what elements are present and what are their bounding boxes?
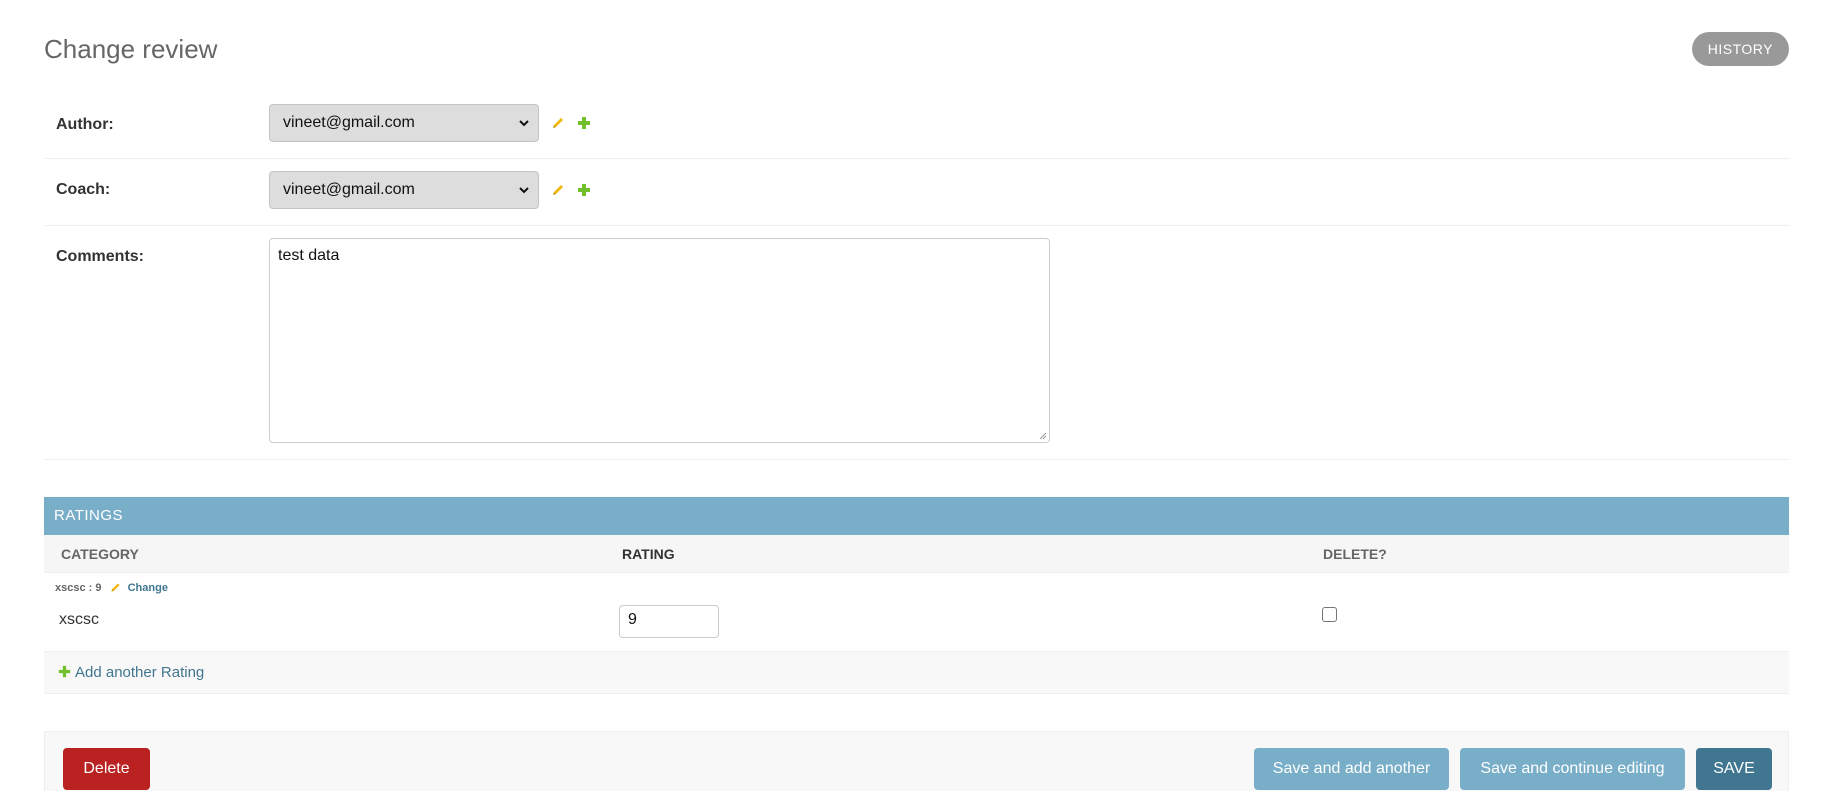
resize-grip-icon[interactable]	[1039, 432, 1047, 440]
title-row: Change review History	[44, 0, 1789, 96]
coach-selected-value: vineet@gmail.com	[283, 181, 415, 198]
rating-original-text: xscsc : 9	[55, 582, 102, 594]
history-button[interactable]: History	[1691, 32, 1789, 66]
ratings-heading: Ratings	[44, 497, 1789, 535]
chevron-down-icon	[519, 187, 529, 194]
ratings-inline-group: Ratings Category Rating Delete? xscsc : …	[44, 497, 1789, 694]
coach-row: Coach: vineet@gmail.com	[44, 159, 1789, 226]
submit-row: Delete Save and add another Save and con…	[44, 731, 1789, 791]
author-selected-value: vineet@gmail.com	[283, 114, 415, 131]
plus-icon[interactable]	[576, 182, 592, 198]
pencil-icon[interactable]	[550, 182, 566, 198]
rating-row: xscsc : 9 Change xscsc 9	[44, 573, 1789, 652]
ratings-column-headers: Category Rating Delete?	[44, 535, 1789, 573]
column-header-category: Category	[61, 546, 139, 562]
pencil-icon[interactable]	[550, 115, 566, 131]
save-and-add-another-button[interactable]: Save and add another	[1254, 748, 1449, 790]
add-row: Add another Rating	[44, 652, 1789, 694]
column-header-rating: Rating	[622, 546, 675, 562]
add-another-rating-link[interactable]: Add another Rating	[58, 664, 204, 681]
rating-category-value: xscsc	[59, 611, 99, 628]
save-button[interactable]: Save	[1696, 748, 1772, 790]
rating-original: xscsc : 9 Change	[55, 581, 168, 594]
column-header-delete: Delete?	[1323, 546, 1387, 562]
comments-row: Comments: test data	[44, 226, 1789, 460]
rating-input[interactable]: 9	[619, 605, 719, 638]
delete-checkbox[interactable]	[1322, 607, 1337, 622]
author-select[interactable]: vineet@gmail.com	[269, 104, 539, 142]
pencil-icon	[110, 583, 120, 592]
content: Change review History Author: vineet@gma…	[44, 0, 1789, 791]
add-another-rating-label: Add another Rating	[75, 664, 205, 681]
author-row: Author: vineet@gmail.com	[44, 96, 1789, 159]
rating-change-link[interactable]: Change	[128, 582, 168, 594]
page-title: Change review	[44, 34, 218, 64]
comments-textarea[interactable]: test data	[269, 238, 1050, 443]
plus-icon	[58, 665, 71, 678]
comments-value: test data	[278, 247, 340, 264]
delete-button[interactable]: Delete	[63, 748, 150, 790]
coach-select[interactable]: vineet@gmail.com	[269, 171, 539, 209]
save-and-continue-button[interactable]: Save and continue editing	[1460, 748, 1685, 790]
comments-label: Comments:	[56, 248, 145, 265]
plus-icon[interactable]	[576, 115, 592, 131]
chevron-down-icon	[519, 120, 529, 127]
author-label: Author:	[56, 116, 114, 133]
coach-label: Coach:	[56, 181, 111, 198]
